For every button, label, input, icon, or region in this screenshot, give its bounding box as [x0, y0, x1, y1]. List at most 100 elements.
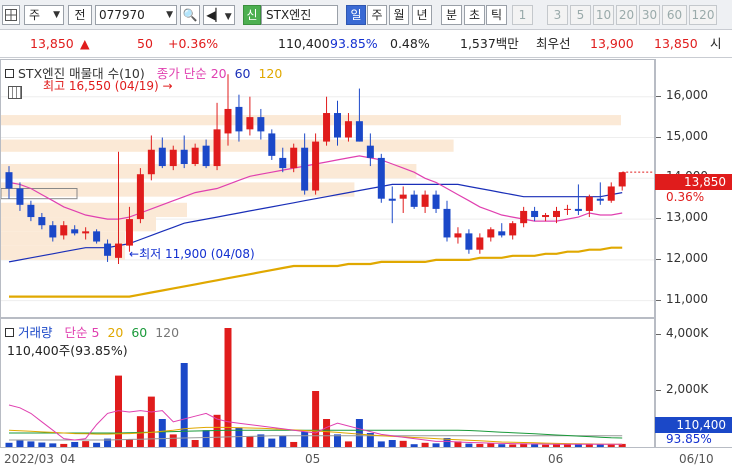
candle-body — [246, 117, 254, 130]
candle-body — [82, 231, 90, 234]
volume-chart-pane[interactable]: 거래량 단순 5 20 60 120 110,400주(93.85%) — [0, 318, 655, 448]
grid-icon[interactable] — [2, 5, 20, 25]
candle-body — [487, 229, 495, 238]
trading-volume: 110,400 — [278, 36, 330, 51]
volume-ma20-label: 20 — [107, 325, 124, 340]
date-axis: 2022/03 04 05 06 06/10 — [0, 447, 732, 470]
price-change: 50 — [137, 36, 153, 51]
checkbox-icon[interactable] — [5, 69, 14, 78]
price-tick-label: 11,000 — [666, 291, 708, 306]
candle-body — [312, 141, 320, 191]
candle-body — [169, 149, 177, 167]
volume-bar — [224, 328, 232, 447]
candle-body — [585, 196, 593, 211]
tab-interval-5[interactable]: 30 — [639, 5, 660, 25]
tab-period-3[interactable]: 년 — [412, 5, 432, 25]
price-chart-pane[interactable]: STX엔진 매물대 수(10) 종가 단순 20 60 120 최고 16,55… — [0, 59, 655, 318]
current-volume-pct-value: 93.85% — [666, 432, 712, 446]
candle-body — [509, 223, 517, 236]
candle-body — [377, 157, 385, 199]
volume-tick-label: 2,000K — [666, 382, 709, 396]
tab-interval-7[interactable]: 120 — [689, 5, 717, 25]
date-label: 2022/03 — [4, 452, 54, 466]
tab-period-0[interactable]: 일 — [346, 5, 366, 25]
volume-ma120-label: 120 — [155, 325, 180, 340]
price-tick-label: 16,000 — [666, 87, 708, 102]
volume-bar — [355, 419, 363, 447]
candle-body — [421, 194, 429, 207]
price-tick-mark — [656, 218, 661, 220]
up-arrow-icon: ▲ — [80, 36, 90, 51]
candle-body — [432, 194, 440, 209]
current-pct-label: 0.36% — [666, 190, 704, 204]
candle-body — [60, 225, 68, 236]
price-ma60-label: 60 — [234, 66, 251, 81]
search-icon[interactable]: 🔍 — [180, 5, 200, 25]
arrow-right-icon: → — [162, 79, 173, 93]
candle-body — [16, 188, 24, 205]
tab-interval-0[interactable]: 1 — [512, 5, 533, 25]
candle-body — [71, 229, 79, 234]
price-tick-mark — [656, 136, 661, 138]
tab-jeon[interactable]: 전 — [68, 5, 92, 25]
volume-bar — [158, 419, 166, 447]
candle-body — [224, 108, 232, 134]
candle-body — [520, 210, 528, 224]
candle-body — [607, 186, 615, 201]
stock-name-field: STX엔진 — [261, 5, 338, 25]
price-tick-mark — [656, 258, 661, 260]
tab-interval-3[interactable]: 10 — [593, 5, 614, 25]
current-volume-pct: 93.85% — [666, 432, 712, 446]
volume-ratio: 93.85% — [330, 36, 378, 51]
price-ma120-label: 120 — [258, 66, 283, 81]
volume-tick-mark — [656, 334, 661, 335]
stock-name-value: STX엔진 — [266, 8, 312, 22]
candle-body — [38, 217, 46, 226]
tab-interval-1[interactable]: 3 — [547, 5, 568, 25]
arrow-left-icon: ← — [129, 247, 140, 261]
current-price: 13,850 — [30, 36, 74, 51]
volume-info-text: 110,400주(93.85%) — [7, 343, 128, 358]
candle-body — [125, 219, 133, 246]
candle-body — [553, 210, 560, 218]
volume-info: 110,400주(93.85%) — [7, 340, 128, 359]
volume-ma-label: 단순 — [64, 325, 88, 340]
tab-interval-2[interactable]: 5 — [570, 5, 591, 25]
volume-y-axis[interactable]: 4,000K 2,000K 110,400 93.85% — [655, 318, 732, 448]
tab-intraday-2[interactable]: 틱 — [486, 5, 507, 25]
low-note-text: 최저 11,900 (04/08) — [139, 247, 255, 261]
price-y-axis[interactable]: 16,00015,00014,00013,00012,00011,000 13,… — [655, 59, 732, 318]
tab-intraday-1[interactable]: 초 — [464, 5, 485, 25]
candle-body — [213, 129, 221, 167]
volume-bar — [180, 363, 188, 447]
volume-ma60-label: 60 — [131, 325, 148, 340]
volume-bar — [388, 440, 396, 447]
tab-intraday-0[interactable]: 분 — [441, 5, 462, 25]
stock-code-input[interactable]: 077970 ▼ — [95, 5, 177, 25]
candle-body — [202, 145, 210, 167]
tab-period-1[interactable]: 주 — [367, 5, 387, 25]
candle-body — [476, 237, 484, 250]
date-label: 06/10 — [679, 452, 714, 466]
tab-period-2[interactable]: 월 — [389, 5, 409, 25]
candle-body — [344, 121, 352, 138]
tab-interval-6[interactable]: 60 — [662, 5, 687, 25]
candle-body — [563, 208, 571, 210]
price-tick-mark — [656, 95, 661, 97]
tab-interval-4[interactable]: 20 — [616, 5, 637, 25]
market-type-select[interactable]: 주 ▼ — [24, 5, 64, 25]
current-volume-box-value: 110,400 — [676, 418, 726, 432]
candle-body — [355, 121, 363, 142]
low-annotation: ←최저 11,900 (04/08) — [129, 245, 255, 262]
bid-price: 13,850 — [654, 36, 698, 51]
candle-body — [49, 225, 57, 238]
volume-bar — [312, 391, 320, 447]
best-quote-label: 최우선 — [536, 36, 571, 51]
tab-jeon-label: 전 — [74, 8, 86, 22]
table-icon[interactable] — [8, 86, 22, 99]
volume-tick-mark — [656, 390, 661, 391]
speaker-icon[interactable]: ◀▏▼ — [203, 5, 235, 25]
badge-shin[interactable]: 신 — [243, 5, 261, 25]
checkbox-icon[interactable] — [5, 328, 14, 337]
volume-ma5-label: 5 — [91, 325, 100, 340]
